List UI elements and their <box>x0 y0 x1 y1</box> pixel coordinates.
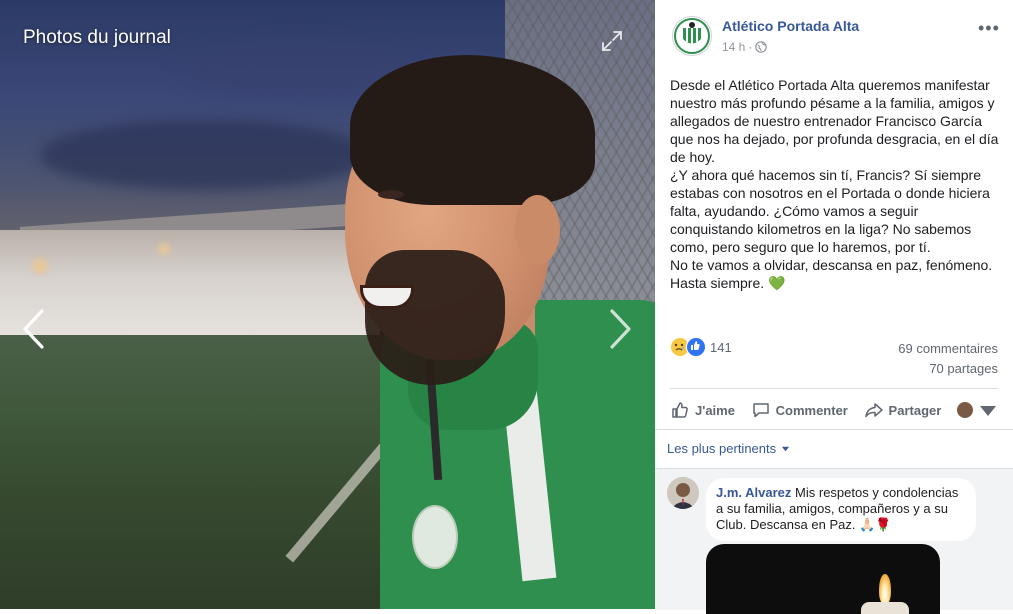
post-text: Desde el Atlético Portada Alta queremos … <box>670 77 999 291</box>
post-panel: Atlético Portada Alta 14 h · ••• Desde e… <box>655 0 1013 614</box>
like-button[interactable]: J'aime <box>670 400 735 420</box>
divider <box>655 429 1013 430</box>
club-crest-logo <box>674 18 710 54</box>
comments-count-link[interactable]: 69 commentaires <box>898 341 998 356</box>
more-options-icon[interactable]: ••• <box>978 18 1000 39</box>
meta-separator: · <box>748 40 753 54</box>
comment-sort-label: Les plus pertinents <box>667 441 777 456</box>
like-reaction-icon <box>686 337 706 357</box>
photo-cloud <box>40 120 370 190</box>
page-avatar[interactable] <box>672 16 712 56</box>
photo-viewer[interactable]: Photos du journal <box>0 0 655 609</box>
share-button[interactable]: Partager <box>864 400 942 420</box>
share-icon <box>864 403 883 418</box>
reaction-count: 141 <box>710 339 732 355</box>
caret-down-icon <box>782 446 790 452</box>
globe-icon <box>755 41 768 53</box>
photo-person-eye <box>378 190 404 199</box>
thumbs-up-icon <box>672 402 688 418</box>
user-avatar <box>956 402 973 418</box>
photo-light <box>32 258 48 274</box>
post-timestamp[interactable]: 14 h <box>722 40 745 54</box>
photo-person-ear <box>515 195 560 265</box>
like-button-label: J'aime <box>695 402 735 418</box>
comment-sort-dropdown[interactable]: Les plus pertinents <box>667 441 790 456</box>
reactions-summary[interactable]: 141 <box>670 337 732 357</box>
chevron-left-icon[interactable] <box>20 308 46 350</box>
comment-bubble: J.m. Alvarez Mis respetos y condolencias… <box>706 478 976 541</box>
shares-count-link[interactable]: 70 partages <box>929 361 998 376</box>
comment-button-label: Commenter <box>775 402 848 418</box>
expand-icon[interactable] <box>601 30 623 52</box>
share-button-label: Partager <box>888 402 942 418</box>
candle <box>861 602 909 614</box>
photo-club-crest <box>412 505 458 569</box>
divider <box>670 388 998 389</box>
viewer-title: Photos du journal <box>23 27 171 48</box>
post-actions: J'aime Commenter Partager <box>670 393 998 427</box>
post-meta: 14 h · <box>722 40 768 54</box>
comment-author-link[interactable]: J.m. Alvarez <box>716 485 791 500</box>
comments-section: J.m. Alvarez Mis respetos y condolencias… <box>655 468 1013 614</box>
commenter-photo <box>667 477 699 509</box>
photo-stadium-stand <box>0 230 380 340</box>
chevron-right-icon[interactable] <box>608 308 634 350</box>
page-name-link[interactable]: Atlético Portada Alta <box>722 18 859 34</box>
post-as-selector[interactable] <box>956 400 998 420</box>
candle-flame <box>879 574 891 604</box>
comment-button[interactable]: Commenter <box>751 400 848 420</box>
comment-candle-image[interactable] <box>706 544 940 614</box>
commenter-avatar[interactable] <box>667 477 699 509</box>
photo-light <box>158 243 170 255</box>
comment-icon <box>752 403 769 418</box>
caret-down-icon <box>979 406 996 416</box>
